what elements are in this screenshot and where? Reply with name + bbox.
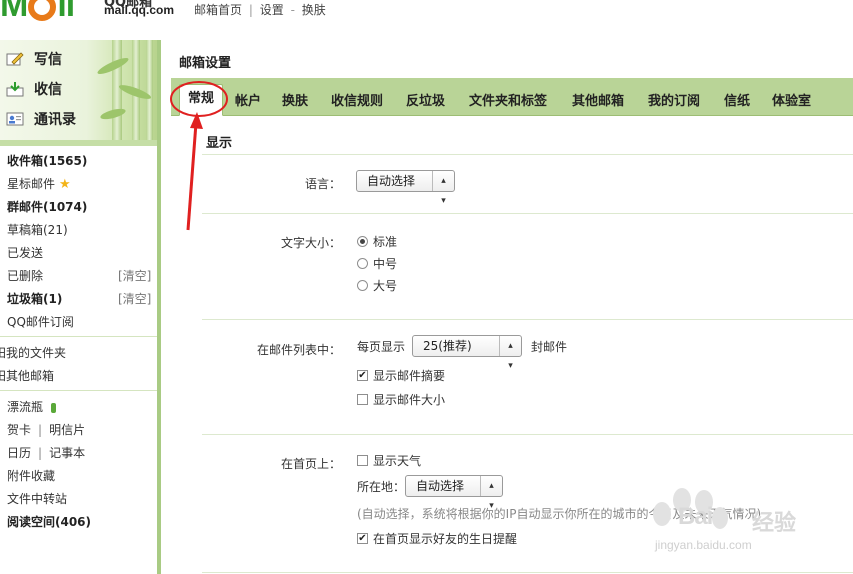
checkbox-unchecked-icon [357, 455, 368, 466]
section-divider [202, 154, 853, 155]
section-divider [202, 572, 853, 573]
checkbox-unchecked-icon [357, 394, 368, 405]
left-sidebar: 写信 收信 通讯录 收件箱(1565) 星标邮件 ★ 群邮件(1074) 草稿箱(… [0, 40, 161, 574]
watermark-url: jingyan.baidu.com [655, 538, 752, 552]
qq-mail-logo[interactable]: Mil [0, 0, 75, 24]
folder-drafts[interactable]: 草稿箱(21) [7, 221, 68, 239]
show-weather-checkbox[interactable]: 显示天气 [357, 452, 421, 469]
tab-other-mailboxes[interactable]: 其他邮箱 [572, 90, 624, 109]
folder-qq-subscription[interactable]: QQ邮件订阅 [7, 313, 74, 331]
tab-folders-labels[interactable]: 文件夹和标签 [469, 90, 547, 109]
language-select-value: 自动选择 [367, 174, 416, 188]
tab-general[interactable]: 常规 [179, 84, 223, 116]
postcard-link[interactable]: 明信片 [49, 423, 85, 437]
notebook-link[interactable]: 记事本 [49, 446, 85, 460]
radio-checked-icon [357, 236, 368, 247]
radio-unchecked-icon [357, 280, 368, 291]
logo-url-text: mail.qq.com [104, 3, 175, 17]
font-size-label: 文字大小： [280, 236, 341, 250]
mail-list-label: 在邮件列表中： [256, 343, 341, 357]
folder-group-mail[interactable]: 群邮件(1074) [7, 198, 87, 216]
group-my-folders[interactable]: 田我的文件夹 [0, 344, 66, 362]
folder-inbox[interactable]: 收件箱(1565) [7, 152, 87, 170]
contacts-button[interactable]: 通讯录 [6, 107, 76, 131]
calendar-link[interactable]: 日历 [7, 446, 31, 460]
clear-deleted-link[interactable]: [清空] [118, 267, 151, 285]
card-links: 贺卡 | 明信片 [7, 423, 86, 437]
calendar-links: 日历 | 记事本 [7, 446, 86, 460]
per-page-select-value: 25(推荐) [423, 339, 472, 353]
compose-button[interactable]: 写信 [6, 47, 62, 71]
reading-space-link[interactable]: 阅读空间(406) [7, 513, 91, 531]
sidebar-divider [0, 390, 157, 391]
sidebar-divider [0, 336, 157, 337]
bottle-icon [50, 402, 56, 413]
folder-spam[interactable]: 垃圾箱(1) [7, 290, 62, 308]
attachment-favorites-link[interactable]: 附件收藏 [7, 467, 55, 485]
home-page-label: 在首页上： [280, 457, 341, 471]
app-header: Mil QQ邮箱 mail.qq.com 邮箱首页 | 设置 - 换肤 [0, 0, 853, 40]
font-size-medium-radio[interactable]: 中号 [357, 255, 397, 272]
folder-sent[interactable]: 已发送 [7, 244, 43, 262]
tab-skin[interactable]: 换肤 [282, 90, 308, 109]
section-divider [202, 434, 853, 435]
link-mail-home[interactable]: 邮箱首页 [194, 3, 242, 17]
per-page-prefix: 每页显示 [357, 340, 406, 354]
birthday-reminder-checkbox[interactable]: ✔ 在首页显示好友的生日提醒 [357, 530, 517, 547]
star-icon: ★ [59, 177, 71, 192]
top-links: 邮箱首页 | 设置 - 换肤 [194, 1, 326, 18]
watermark-brand-cn: 经验 [752, 511, 797, 536]
per-page-suffix: 封邮件 [531, 340, 568, 354]
language-select[interactable]: 自动选择 ▴ ▾ [356, 170, 455, 206]
file-transfer-link[interactable]: 文件中转站 [7, 490, 67, 508]
show-summary-checkbox[interactable]: ✔ 显示邮件摘要 [357, 367, 445, 384]
settings-tab-bar: 常规 帐户 换肤 收信规则 反垃圾 文件夹和标签 其他邮箱 我的订阅 信纸 体验… [171, 78, 853, 116]
greeting-card-link[interactable]: 贺卡 [7, 423, 31, 437]
location-select-value: 自动选择 [416, 479, 465, 493]
link-separator: | [248, 3, 253, 17]
tab-anti-spam[interactable]: 反垃圾 [406, 90, 445, 109]
link-skin[interactable]: 换肤 [302, 3, 326, 17]
tab-receive-rules[interactable]: 收信规则 [331, 90, 383, 109]
settings-main: 邮箱设置 常规 帐户 换肤 收信规则 反垃圾 文件夹和标签 其他邮箱 我的订阅 … [166, 40, 853, 574]
radio-unchecked-icon [357, 258, 368, 269]
link-settings[interactable]: 设置 [260, 3, 284, 17]
tab-account[interactable]: 帐户 [235, 90, 261, 109]
show-size-checkbox[interactable]: 显示邮件大小 [357, 391, 445, 408]
tab-stationery[interactable]: 信纸 [724, 90, 750, 109]
receive-label: 收信 [34, 82, 62, 98]
section-display-title: 显示 [206, 136, 233, 151]
contacts-label: 通讯录 [34, 112, 76, 128]
language-label: 语言： [304, 177, 341, 191]
clear-spam-link[interactable]: [清空] [118, 290, 151, 308]
section-divider [202, 319, 853, 320]
page-title: 邮箱设置 [179, 56, 232, 71]
contact-card-icon [6, 111, 24, 127]
per-page-select[interactable]: 25(推荐) ▴ ▾ [412, 335, 522, 371]
updown-arrow-icon: ▴ ▾ [432, 171, 454, 206]
checkbox-checked-icon: ✔ [357, 533, 368, 544]
section-divider [202, 213, 853, 214]
updown-arrow-icon: ▴ ▾ [480, 476, 502, 511]
font-size-standard-radio[interactable]: 标准 [357, 233, 397, 250]
tab-my-subscriptions[interactable]: 我的订阅 [648, 90, 700, 109]
group-other-mailboxes[interactable]: 田其他邮箱 [0, 367, 54, 385]
receive-button[interactable]: 收信 [6, 77, 62, 101]
font-size-large-radio[interactable]: 大号 [357, 277, 397, 294]
updown-arrow-icon: ▴ ▾ [499, 336, 521, 371]
tab-lab[interactable]: 体验室 [772, 90, 811, 109]
folder-starred[interactable]: 星标邮件 ★ [7, 175, 71, 193]
compose-label: 写信 [34, 52, 62, 68]
pencil-icon [6, 51, 24, 67]
sidebar-divider [0, 140, 157, 146]
location-select[interactable]: 自动选择 ▴ ▾ [405, 475, 503, 511]
link-separator: - [290, 3, 295, 17]
folder-deleted[interactable]: 已删除 [7, 267, 43, 285]
checkbox-checked-icon: ✔ [357, 370, 368, 381]
location-label: 所在地： [357, 480, 406, 494]
watermark-brand: Bai [678, 503, 713, 530]
drift-bottle-link[interactable]: 漂流瓶 [7, 398, 56, 416]
inbox-download-icon [6, 81, 24, 97]
